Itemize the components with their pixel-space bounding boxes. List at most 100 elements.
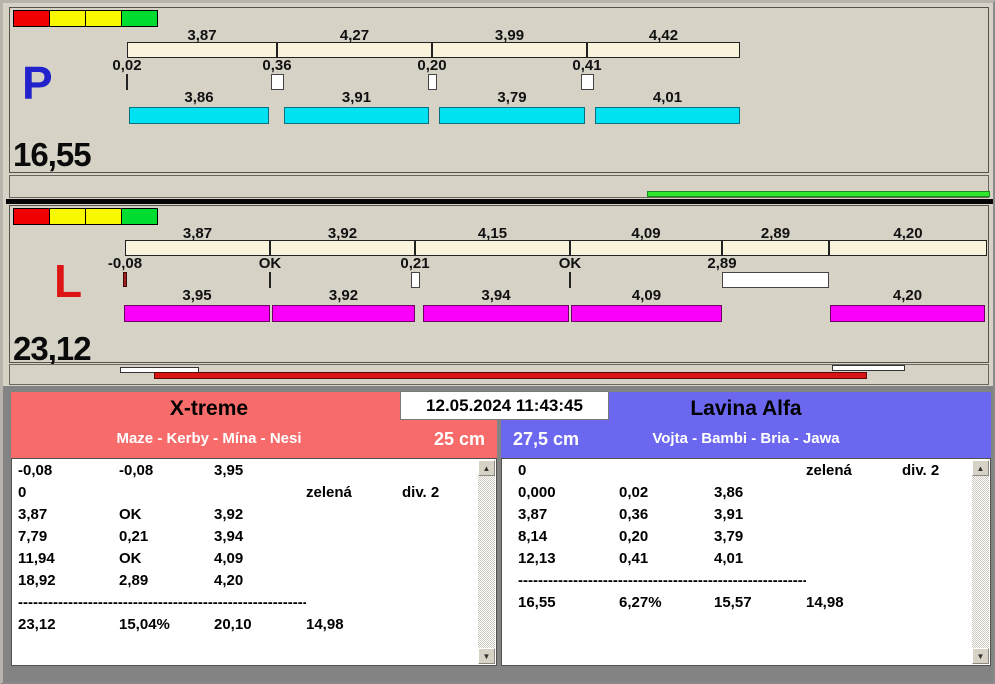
table-cell: -0,08 bbox=[18, 462, 53, 479]
lane-letter: L bbox=[54, 255, 83, 307]
result-table-left[interactable]: -0,08 -0,08 3,95 0 zelená div. 2 3,87 OK 3,92 7,7… bbox=[11, 458, 497, 666]
table-cell: 0 bbox=[518, 462, 527, 479]
table-row: 7,79 0,21 3,94 bbox=[12, 528, 476, 550]
scroll-down-icon[interactable]: ▼ bbox=[972, 648, 989, 664]
interval-label: 0,41 bbox=[572, 57, 602, 74]
split-segment bbox=[829, 240, 987, 256]
dog-time-bar bbox=[439, 107, 585, 124]
table-cell: div. 2 bbox=[402, 484, 440, 501]
table-cell: 4,09 bbox=[214, 550, 244, 567]
split-time-label: 4,15 bbox=[477, 225, 508, 242]
dog-time-bar bbox=[423, 305, 569, 322]
table-row: 8,14 0,20 3,79 bbox=[502, 528, 970, 550]
dog-time-label: 3,95 bbox=[182, 287, 212, 304]
table-cell: OK bbox=[119, 506, 142, 523]
lane-total-time: 23,12 bbox=[13, 330, 92, 367]
start-lights bbox=[13, 208, 158, 225]
table-cell: 0 bbox=[18, 484, 27, 501]
race-light bbox=[13, 10, 50, 27]
split-time-label: 3,99 bbox=[494, 27, 525, 44]
table-cell: 0,20 bbox=[619, 528, 649, 545]
table-row: ----------------------------------------… bbox=[502, 572, 970, 594]
table-cell: -0,08 bbox=[119, 462, 154, 479]
table-cell: 0,41 bbox=[619, 550, 649, 567]
lane-total-time: 16,55 bbox=[13, 136, 92, 173]
team-name: X-treme bbox=[169, 397, 249, 420]
jump-height-right: 27,5 cm bbox=[513, 429, 580, 449]
table-cell: zelená bbox=[306, 484, 352, 501]
scrollbar[interactable]: ▲ ▼ bbox=[478, 460, 495, 664]
table-cell: 18,92 bbox=[18, 572, 56, 589]
table-row: 23,12 15,04% 20,10 14,98 bbox=[12, 616, 476, 638]
table-cell: 14,98 bbox=[806, 594, 844, 611]
race-light bbox=[85, 10, 122, 27]
table-row: 18,92 2,89 4,20 bbox=[12, 572, 476, 594]
table-cell: 14,98 bbox=[306, 616, 344, 633]
interval-label: OK bbox=[258, 255, 282, 272]
dog-time-bar bbox=[571, 305, 722, 322]
interval-marker bbox=[269, 272, 271, 288]
dog-time-label: 4,09 bbox=[631, 287, 662, 304]
table-cell: 3,86 bbox=[714, 484, 744, 501]
dog-time-bar bbox=[272, 305, 415, 322]
table-cell: 7,79 bbox=[18, 528, 48, 545]
split-segment bbox=[125, 240, 270, 256]
lane-divider bbox=[6, 199, 993, 204]
split-segment bbox=[722, 240, 829, 256]
progress-bar bbox=[832, 365, 905, 371]
scrollbar[interactable]: ▲ ▼ bbox=[972, 460, 989, 664]
interval-label: 0,20 bbox=[417, 57, 447, 74]
interval-marker bbox=[123, 272, 127, 287]
table-cell: 3,92 bbox=[214, 506, 244, 523]
split-segment bbox=[415, 240, 570, 256]
table-cell: 3,79 bbox=[714, 528, 744, 545]
interval-marker bbox=[722, 272, 829, 288]
table-cell: 15,57 bbox=[714, 594, 752, 611]
dog-time-bar bbox=[284, 107, 429, 124]
timing-app-window: 3,87 4,27 3,99 4,42 0,02 0,36 0,20 0,41 3,86 3,91… bbox=[0, 0, 995, 684]
dog-time-bar bbox=[129, 107, 269, 124]
interval-marker bbox=[270, 74, 284, 90]
table-row: 3,87 OK 3,92 bbox=[12, 506, 476, 528]
scroll-down-icon[interactable]: ▼ bbox=[478, 648, 495, 664]
interval-label: 0,02 bbox=[112, 57, 142, 74]
table-cell: 15,04% bbox=[119, 616, 170, 633]
table-cell: 3,87 bbox=[518, 506, 548, 523]
dog-time-label: 3,91 bbox=[341, 89, 372, 106]
interval-label: 0,36 bbox=[262, 57, 292, 74]
split-segment bbox=[570, 240, 722, 256]
table-row: 12,13 0,41 4,01 bbox=[502, 550, 970, 572]
interval-marker bbox=[569, 272, 571, 288]
split-time-label: 4,09 bbox=[631, 225, 661, 242]
race-light bbox=[85, 208, 122, 225]
table-cell: 16,55 bbox=[518, 594, 556, 611]
start-lights bbox=[13, 10, 158, 27]
table-cell: 4,20 bbox=[214, 572, 244, 589]
dog-time-bar bbox=[830, 305, 985, 322]
table-cell: 3,87 bbox=[18, 506, 48, 523]
interval-label: 2,89 bbox=[707, 255, 737, 272]
table-row: 0 zelená div. 2 bbox=[12, 484, 476, 506]
split-time-label: 2,89 bbox=[760, 225, 791, 242]
race-light bbox=[49, 208, 86, 225]
table-row: 0 zelená div. 2 bbox=[502, 462, 970, 484]
table-cell: OK bbox=[119, 550, 142, 567]
interval-marker bbox=[126, 74, 128, 90]
dog-time-label: 3,94 bbox=[481, 287, 511, 304]
race-light bbox=[49, 10, 86, 27]
table-cell: 12,13 bbox=[518, 550, 556, 567]
race-light bbox=[121, 208, 158, 225]
scroll-up-icon[interactable]: ▲ bbox=[478, 460, 495, 476]
table-cell: 4,01 bbox=[714, 550, 744, 567]
interval-marker bbox=[410, 272, 420, 288]
split-time-label: 3,87 bbox=[182, 225, 213, 242]
table-cell: 8,14 bbox=[518, 528, 548, 545]
table-row: 3,87 0,36 3,91 bbox=[502, 506, 970, 528]
interval-label: 0,21 bbox=[400, 255, 430, 272]
result-table-right[interactable]: 0 zelená div. 2 0,000 0,02 3,86 3,87 0,36 3,91 8,… bbox=[501, 458, 991, 666]
interval-label: OK bbox=[558, 255, 582, 272]
scroll-up-icon[interactable]: ▲ bbox=[972, 460, 989, 476]
dog-time-label: 3,86 bbox=[184, 89, 214, 106]
table-cell: 23,12 bbox=[18, 616, 56, 633]
table-cell: 2,89 bbox=[119, 572, 149, 589]
